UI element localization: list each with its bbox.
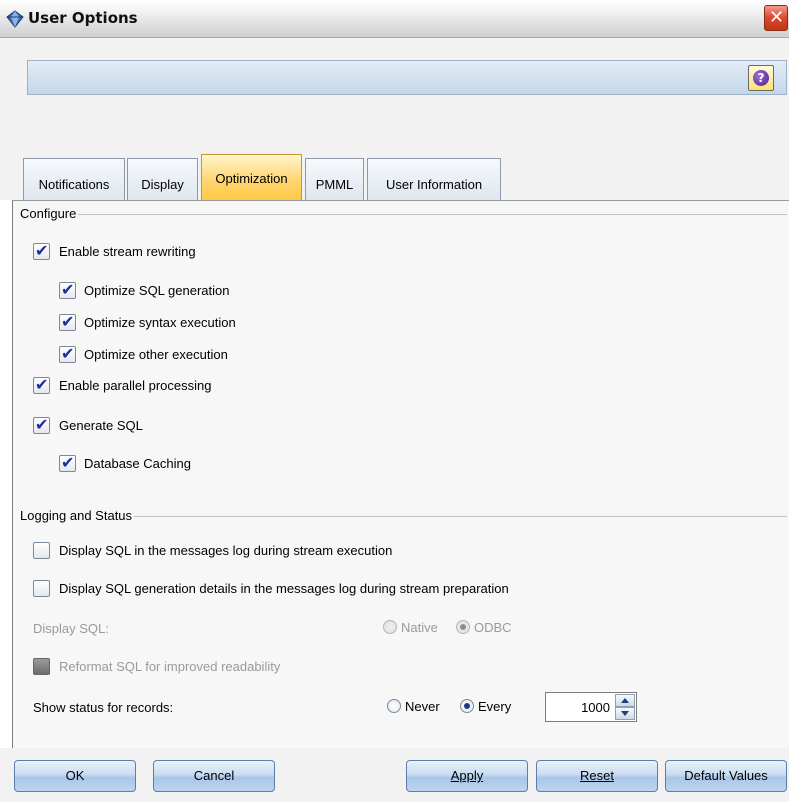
ok-button-label: OK <box>65 768 85 783</box>
apply-button[interactable]: Apply <box>406 760 528 792</box>
display-sql-native-label: Native <box>401 620 438 635</box>
tab-label: Notifications <box>38 177 110 192</box>
help-icon: ? <box>753 70 769 86</box>
spin-up-icon[interactable] <box>615 694 635 707</box>
display-sql-odbc-radio[interactable] <box>456 620 470 634</box>
enable-stream-rewriting-checkbox[interactable] <box>33 241 50 260</box>
generate-sql-label: Generate SQL <box>59 418 143 433</box>
optimize-sql-generation-checkbox[interactable] <box>59 280 76 299</box>
enable-parallel-processing-label: Enable parallel processing <box>59 378 212 393</box>
spin-down-icon[interactable] <box>615 707 635 720</box>
window-title: User Options <box>28 9 138 27</box>
display-sql-odbc-label: ODBC <box>474 620 512 635</box>
display-sql-in-log-checkbox[interactable] <box>33 542 50 559</box>
logging-group-title: Logging and Status <box>18 508 135 523</box>
configure-group-title: Configure <box>18 206 79 221</box>
cancel-button[interactable]: Cancel <box>153 760 275 792</box>
reset-button-label: Reset <box>580 768 614 783</box>
show-status-every-label: Every <box>478 699 512 714</box>
optimize-other-execution-label: Optimize other execution <box>84 347 228 362</box>
reformat-sql-label: Reformat SQL for improved readability <box>59 659 281 674</box>
optimize-other-execution-checkbox[interactable] <box>59 344 76 363</box>
optimize-syntax-execution-label: Optimize syntax execution <box>84 315 236 330</box>
show-status-every-radio[interactable] <box>460 699 474 713</box>
cancel-button-label: Cancel <box>193 768 235 783</box>
reset-button[interactable]: Reset <box>536 760 658 792</box>
records-count-spinner[interactable]: 1000 <box>545 692 637 722</box>
apply-button-label: Apply <box>450 768 484 783</box>
enable-parallel-processing-checkbox[interactable] <box>33 375 50 394</box>
records-count-value: 1000 <box>581 700 610 715</box>
tab-label: User Information <box>385 177 483 192</box>
tab-label: Display <box>141 177 184 192</box>
enable-stream-rewriting-label: Enable stream rewriting <box>59 244 196 259</box>
toolbar <box>27 60 787 95</box>
toolbar-area: ? <box>0 38 789 150</box>
tab-label: PMML <box>315 177 354 192</box>
diamond-icon <box>6 10 24 28</box>
optimize-sql-generation-label: Optimize SQL generation <box>84 283 230 298</box>
help-button[interactable]: ? <box>748 65 774 91</box>
tab-optimization[interactable]: Optimization <box>201 154 302 201</box>
ok-button[interactable]: OK <box>14 760 136 792</box>
close-button[interactable]: ✕ <box>764 5 788 31</box>
optimize-syntax-execution-checkbox[interactable] <box>59 312 76 331</box>
show-status-label: Show status for records: <box>33 700 174 715</box>
show-status-never-label: Never <box>405 699 440 714</box>
tab-display[interactable]: Display <box>127 158 198 200</box>
display-sql-generation-details-checkbox[interactable] <box>33 580 50 597</box>
tab-notifications[interactable]: Notifications <box>23 158 125 200</box>
default-values-button[interactable]: Default Values <box>665 760 787 792</box>
show-status-never-radio[interactable] <box>387 699 401 713</box>
tab-user-information[interactable]: User Information <box>367 158 501 200</box>
database-caching-label: Database Caching <box>84 456 191 471</box>
generate-sql-checkbox[interactable] <box>33 415 50 434</box>
close-icon: ✕ <box>769 7 785 28</box>
tab-pmml[interactable]: PMML <box>305 158 364 200</box>
display-sql-native-radio[interactable] <box>383 620 397 634</box>
display-sql-label: Display SQL: <box>33 621 109 636</box>
title-bar: User Options ✕ <box>0 0 789 38</box>
database-caching-checkbox[interactable] <box>59 453 76 472</box>
reformat-sql-checkbox[interactable] <box>33 658 50 675</box>
display-sql-generation-details-label: Display SQL generation details in the me… <box>59 581 509 596</box>
display-sql-in-log-label: Display SQL in the messages log during s… <box>59 543 393 558</box>
default-values-button-label: Default Values <box>684 768 768 783</box>
tab-label: Optimization <box>215 171 288 186</box>
